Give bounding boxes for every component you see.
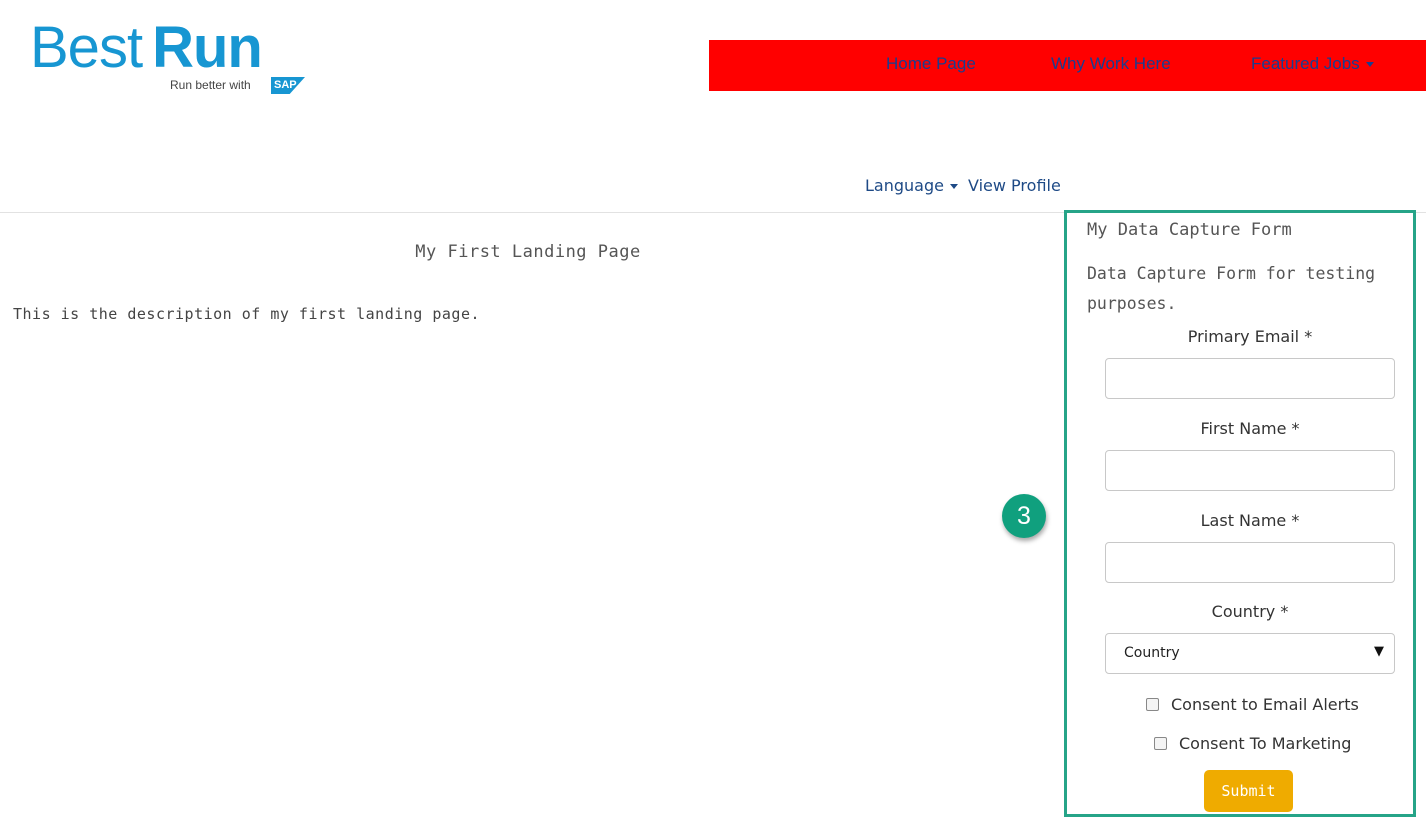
form-subtitle: Data Capture Form for testing purposes.	[1087, 264, 1376, 313]
form-title: My Data Capture Form	[1087, 220, 1292, 240]
bestrun-logo[interactable]: Best Run Run better with SAP	[30, 18, 310, 98]
page-description: This is the description of my first land…	[13, 305, 481, 323]
caret-down-icon	[1365, 62, 1374, 68]
nav-featured-jobs-dropdown[interactable]: Featured Jobs	[1251, 54, 1374, 74]
nav-why-work-here-label: Why Work Here	[1051, 54, 1171, 73]
step-number-badge: 3	[1002, 494, 1046, 538]
nav-why-work-here-link[interactable]: Why Work Here	[1051, 54, 1171, 74]
view-profile-link[interactable]: View Profile	[968, 176, 1061, 195]
dropdown-arrow-icon: ▼	[1374, 644, 1384, 659]
data-capture-form: My Data Capture Form Data Capture Form f…	[1064, 210, 1416, 817]
nav-home-page-link[interactable]: Home Page	[886, 54, 976, 74]
consent-marketing-checkbox[interactable]	[1154, 737, 1167, 750]
caret-down-icon	[949, 184, 958, 189]
logo-word-best: Best	[30, 15, 143, 80]
country-select-value: Country	[1124, 645, 1180, 661]
language-dropdown[interactable]: Language	[865, 176, 958, 195]
last-name-input[interactable]	[1105, 542, 1395, 583]
consent-marketing-label: Consent To Marketing	[1179, 734, 1352, 753]
logo-wordmark: Best Run	[30, 15, 263, 80]
top-navigation-bar: Home Page Why Work Here Featured Jobs	[709, 40, 1426, 91]
submit-button[interactable]: Submit	[1204, 770, 1293, 812]
sap-logo-icon: SAP	[271, 77, 305, 94]
page-title: My First Landing Page	[415, 242, 641, 262]
first-name-input[interactable]	[1105, 450, 1395, 491]
nav-home-page-label: Home Page	[886, 54, 976, 73]
primary-email-label: Primary Email *	[1187, 327, 1313, 346]
country-label: Country *	[1211, 602, 1289, 621]
consent-email-alerts-checkbox[interactable]	[1146, 698, 1159, 711]
logo-word-run: Run	[152, 15, 263, 80]
country-select[interactable]: Country ▼	[1105, 633, 1395, 674]
logo-tagline: Run better with	[170, 78, 251, 92]
last-name-label: Last Name *	[1200, 511, 1300, 530]
first-name-label: First Name *	[1200, 419, 1300, 438]
primary-email-input[interactable]	[1105, 358, 1395, 399]
nav-featured-jobs-label: Featured Jobs	[1251, 54, 1360, 73]
consent-email-alerts-label: Consent to Email Alerts	[1171, 695, 1359, 714]
language-label: Language	[865, 176, 944, 195]
